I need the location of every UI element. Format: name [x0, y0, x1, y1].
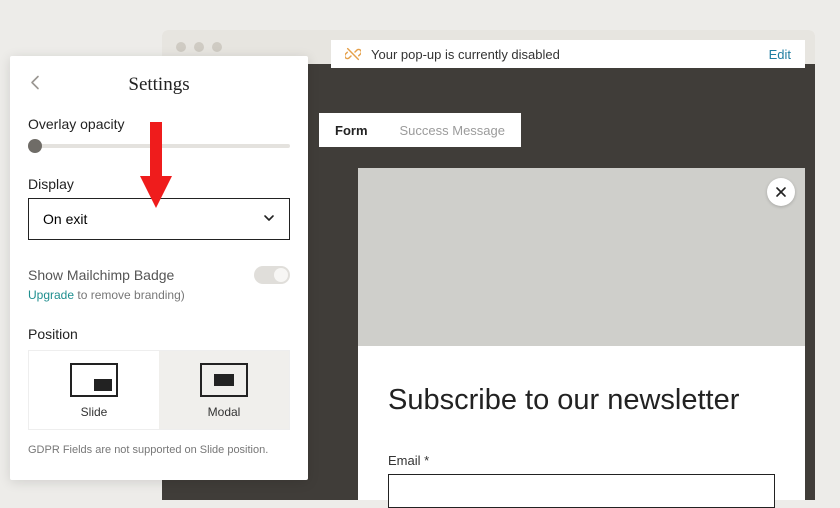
chevron-down-icon	[263, 211, 275, 227]
edit-link[interactable]: Edit	[769, 47, 791, 62]
gdpr-note: GDPR Fields are not supported on Slide p…	[28, 444, 290, 456]
upgrade-rest: to remove branding)	[74, 288, 185, 302]
position-options: Slide Modal	[28, 350, 290, 430]
display-value: On exit	[43, 211, 87, 227]
overlay-opacity-slider[interactable]	[28, 138, 290, 154]
tab-success-message[interactable]: Success Message	[384, 113, 522, 147]
back-icon[interactable]	[28, 75, 44, 96]
notice-text: Your pop-up is currently disabled	[371, 47, 560, 62]
upgrade-link[interactable]: Upgrade	[28, 288, 74, 302]
unlink-icon	[345, 46, 361, 62]
traffic-dot	[194, 42, 204, 52]
overlay-opacity-label: Overlay opacity	[28, 116, 290, 132]
email-field[interactable]	[388, 474, 775, 508]
slider-thumb[interactable]	[28, 139, 42, 153]
popup-preview: Subscribe to our newsletter Email *	[358, 168, 805, 500]
slide-icon	[70, 363, 118, 397]
popup-body: Subscribe to our newsletter Email *	[358, 346, 805, 500]
traffic-dot	[212, 42, 222, 52]
settings-panel: Settings Overlay opacity Display On exit…	[10, 56, 308, 480]
display-select[interactable]: On exit	[28, 198, 290, 240]
close-icon[interactable]	[767, 178, 795, 206]
notice-bar: Your pop-up is currently disabled Edit	[331, 40, 805, 68]
modal-icon	[200, 363, 248, 397]
upgrade-line: Upgrade to remove branding)	[28, 288, 290, 302]
position-modal[interactable]: Modal	[159, 351, 289, 429]
settings-header: Settings	[28, 74, 290, 96]
badge-label: Show Mailchimp Badge	[28, 267, 174, 283]
modal-label: Modal	[159, 405, 289, 419]
position-slide[interactable]: Slide	[29, 351, 159, 429]
popup-heading: Subscribe to our newsletter	[388, 384, 775, 417]
settings-title: Settings	[128, 74, 189, 95]
toggle-knob	[274, 268, 288, 282]
slider-track	[28, 144, 290, 148]
badge-toggle[interactable]	[254, 266, 290, 284]
tab-form[interactable]: Form	[319, 113, 384, 147]
display-label: Display	[28, 176, 290, 192]
position-label: Position	[28, 326, 290, 342]
tabs-bar: Form Success Message	[319, 113, 521, 147]
traffic-dot	[176, 42, 186, 52]
email-label: Email *	[388, 453, 775, 468]
slide-label: Slide	[29, 405, 159, 419]
